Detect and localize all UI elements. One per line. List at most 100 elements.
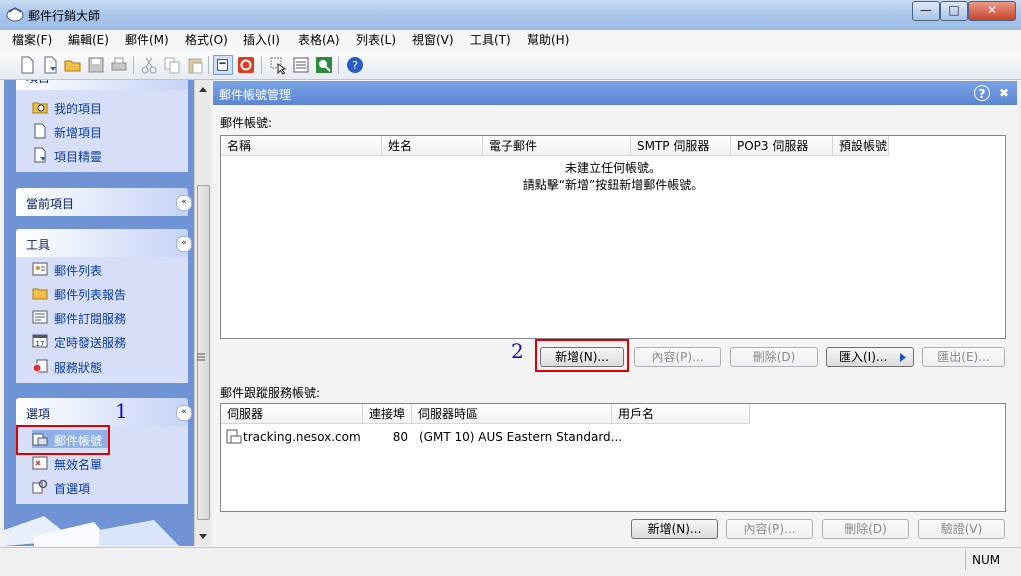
import-account-button[interactable]: 匯入(I)... <box>826 347 914 367</box>
minimize-button[interactable]: — <box>912 1 940 21</box>
highlight-box-step-1 <box>16 425 110 455</box>
menu-tools[interactable]: 工具(T) <box>470 32 511 48</box>
group-header-project[interactable]: 項目 <box>16 80 188 90</box>
toolbar: ? <box>0 51 1021 80</box>
group-header-tools[interactable]: 工具 « <box>16 229 192 257</box>
column-header-username[interactable]: 用戶名 <box>612 404 750 424</box>
menu-insert[interactable]: 插入(I) <box>243 32 280 48</box>
paste-icon[interactable] <box>185 55 205 75</box>
splitter-grip-icon[interactable] <box>196 352 206 362</box>
new-page-icon <box>34 123 46 139</box>
tracking-properties-button[interactable]: 內容(P)... <box>726 519 813 539</box>
column-header-port[interactable]: 連接埠 <box>363 404 412 424</box>
delete-account-button[interactable]: 刪除(D) <box>730 347 818 367</box>
new-account-button[interactable]: 新增(N)... <box>540 347 624 367</box>
wizard-page-icon <box>34 147 46 163</box>
column-header-fullname[interactable]: 姓名 <box>382 136 483 156</box>
subscription-icon <box>32 310 48 324</box>
column-header-smtp[interactable]: SMTP 伺服器 <box>631 136 731 156</box>
print-icon[interactable] <box>109 55 129 75</box>
panel-title: 郵件帳號管理 <box>219 88 292 102</box>
new-document-icon[interactable] <box>17 55 37 75</box>
menu-edit[interactable]: 編輯(E) <box>68 32 109 48</box>
cell-server: tracking.nesox.com <box>243 430 361 444</box>
stop-icon[interactable] <box>236 55 256 75</box>
menu-mail[interactable]: 郵件(M) <box>125 32 169 48</box>
cell-port: 80 <box>392 430 408 444</box>
delete-tracking-account-button[interactable]: 刪除(D) <box>822 519 909 539</box>
nav-item-label: 定時發送服務 <box>54 336 127 350</box>
menu-table[interactable]: 表格(A) <box>298 32 340 48</box>
server-icon <box>226 429 242 444</box>
nav-item-label: 首選項 <box>54 482 91 496</box>
copy-icon[interactable] <box>162 55 182 75</box>
calendar-icon: 17 <box>32 334 48 348</box>
new-from-template-icon[interactable] <box>40 55 60 75</box>
maximize-button[interactable]: □ <box>940 1 968 21</box>
svg-text:17: 17 <box>36 340 45 348</box>
toolbar-separator <box>261 56 262 74</box>
scroll-up-icon[interactable] <box>198 85 208 93</box>
new-tracking-account-button[interactable]: 新增(N)... <box>631 519 718 539</box>
nav-item-label: 郵件訂閱服務 <box>54 312 127 326</box>
column-header-default[interactable]: 預設帳號 <box>833 136 889 156</box>
group-header-options[interactable]: 選項 « <box>16 398 192 426</box>
group-header-current-project[interactable]: 當前項目 « <box>16 188 192 216</box>
mail-accounts-list[interactable]: 名稱 姓名 電子郵件 SMTP 伺服器 POP3 伺服器 預設帳號 未建立任何帳… <box>220 135 1006 339</box>
nav-item-label: 無效名單 <box>54 458 103 472</box>
mail-accounts-label: 郵件帳號: <box>220 116 273 130</box>
empty-message-line-1: 未建立任何帳號。 <box>564 161 661 175</box>
help-icon[interactable]: ? <box>345 55 365 75</box>
num-lock-indicator: NUM <box>965 550 1015 570</box>
group-title: 選項 <box>26 407 51 421</box>
magnifier-folder-icon <box>32 102 48 114</box>
save-icon[interactable] <box>86 55 106 75</box>
nav-item-label: 項目精靈 <box>54 150 103 164</box>
cell-timezone: (GMT 10) AUS Eastern Standard... <box>419 430 623 444</box>
panel-header: 郵件帳號管理 ? ✖ <box>213 81 1017 105</box>
column-header-email[interactable]: 電子郵件 <box>483 136 631 156</box>
menu-window[interactable]: 視窗(V) <box>412 32 454 48</box>
window-title: 郵件行銷大師 <box>28 9 101 23</box>
nav-item-label: 我的項目 <box>54 102 103 116</box>
nav-item-label: 郵件列表報告 <box>54 288 127 302</box>
verify-tracking-account-button[interactable]: 驗證(V) <box>918 519 1005 539</box>
cut-icon[interactable] <box>139 55 159 75</box>
panel-close-icon[interactable]: ✖ <box>996 85 1012 101</box>
invalid-list-icon <box>32 456 48 470</box>
nav-item-label: 新增項目 <box>54 126 103 140</box>
column-header-pop3[interactable]: POP3 伺服器 <box>731 136 833 156</box>
list-view-icon[interactable] <box>291 55 311 75</box>
accounts-view-icon[interactable] <box>213 55 233 75</box>
collapse-icon[interactable]: « <box>176 405 192 421</box>
collapse-icon[interactable]: « <box>176 236 192 252</box>
navigation-scrollbar[interactable] <box>194 80 211 546</box>
select-icon[interactable] <box>268 55 288 75</box>
menu-format[interactable]: 格式(O) <box>185 32 228 48</box>
tracking-accounts-list[interactable]: 伺服器 連接埠 伺服器時區 用戶名 tracking.nesox.com 80 … <box>220 403 1006 512</box>
dropdown-arrow-icon <box>900 353 906 362</box>
table-row[interactable]: tracking.nesox.com 80 (GMT 10) AUS Easte… <box>221 428 1005 446</box>
column-header-name[interactable]: 名稱 <box>221 136 382 156</box>
preview-icon[interactable] <box>314 55 334 75</box>
import-button-label: 匯入(I)... <box>839 350 888 364</box>
group-title: 工具 <box>26 238 51 252</box>
account-properties-button[interactable]: 內容(P)... <box>634 347 721 367</box>
close-button[interactable]: ✕ <box>968 1 1016 21</box>
export-account-button[interactable]: 匯出(E)... <box>922 347 1005 367</box>
nav-item-label: 服務狀態 <box>54 361 103 375</box>
toolbar-separator <box>133 56 134 74</box>
app-logo-icon <box>6 7 24 22</box>
toolbar-separator <box>338 56 339 74</box>
open-folder-icon[interactable] <box>63 55 83 75</box>
column-header-timezone[interactable]: 伺服器時區 <box>412 404 612 424</box>
collapse-icon[interactable]: « <box>176 195 192 211</box>
mailing-list-icon <box>32 262 48 276</box>
scroll-down-icon[interactable] <box>198 533 208 541</box>
status-bar: NUM <box>0 547 1021 576</box>
menu-file[interactable]: 檔案(F) <box>12 32 52 48</box>
menu-list[interactable]: 列表(L) <box>356 32 396 48</box>
panel-help-icon[interactable]: ? <box>974 85 990 101</box>
menu-help[interactable]: 幫助(H) <box>527 32 569 48</box>
column-header-server[interactable]: 伺服器 <box>221 404 363 424</box>
